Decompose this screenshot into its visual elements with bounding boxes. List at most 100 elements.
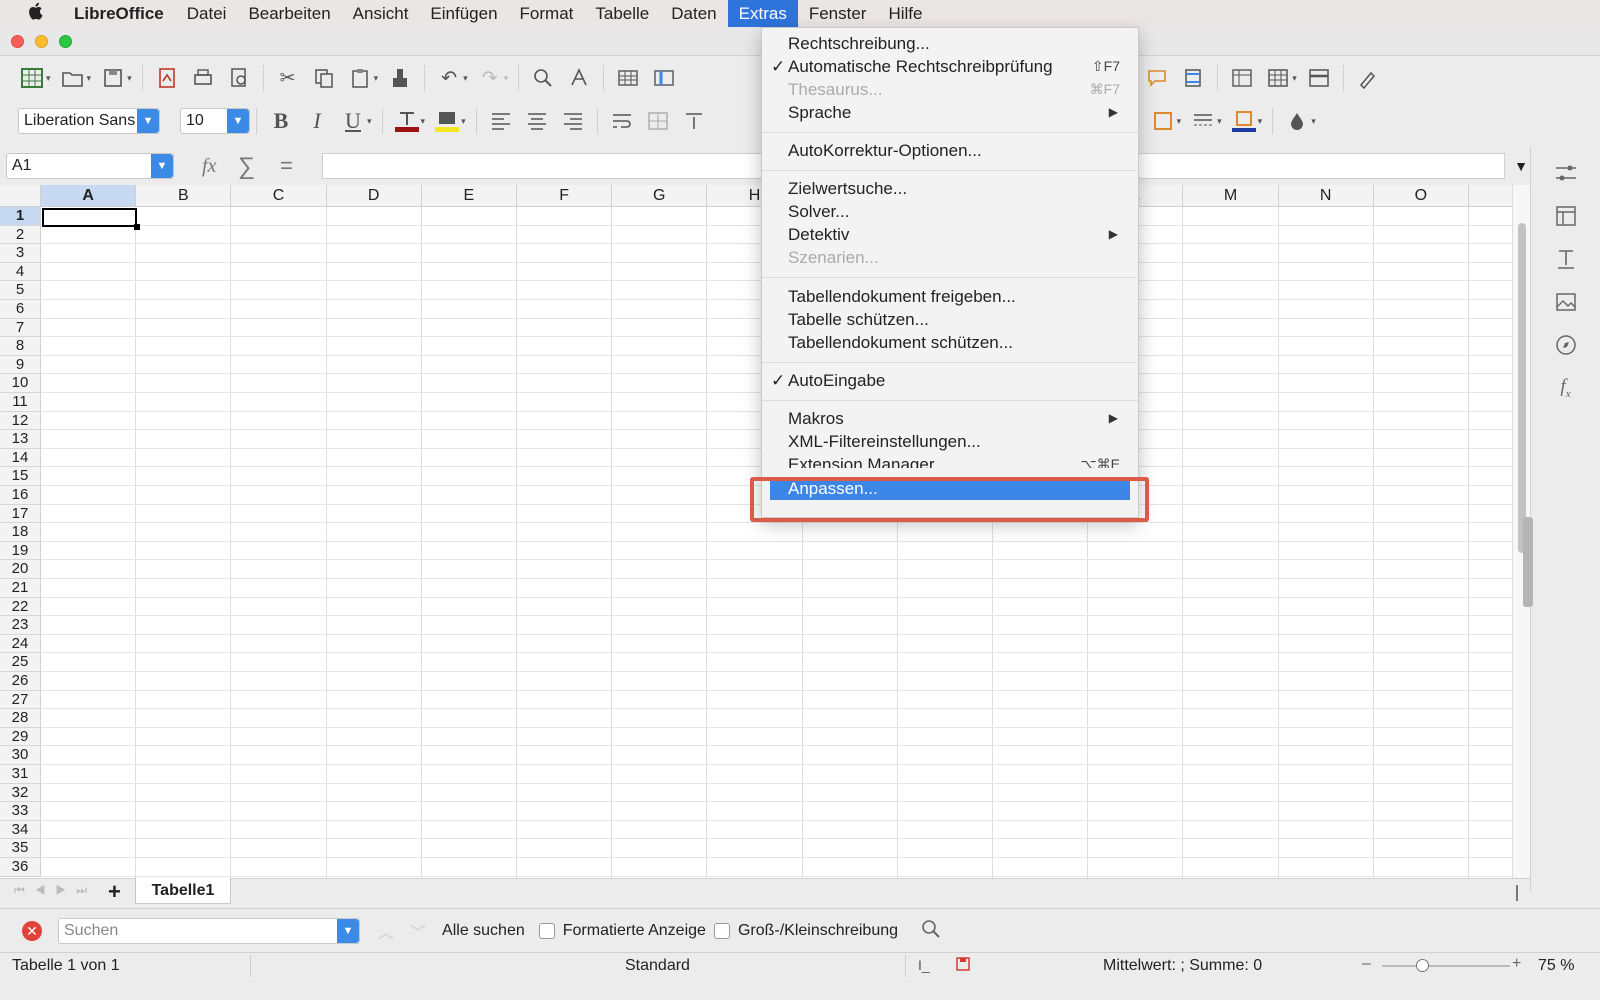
row-header[interactable]: 3 bbox=[0, 244, 41, 263]
zoom-slider-thumb[interactable] bbox=[1416, 959, 1429, 972]
font-size-combo[interactable]: 10 ▼ bbox=[180, 108, 250, 134]
bold-icon[interactable]: B bbox=[266, 106, 296, 136]
border-color-icon[interactable] bbox=[1229, 106, 1259, 136]
row-header[interactable]: 19 bbox=[0, 541, 41, 561]
menu-bearbeiten[interactable]: Bearbeiten bbox=[237, 0, 341, 27]
menu-format[interactable]: Format bbox=[509, 0, 585, 27]
fill-handle[interactable] bbox=[134, 224, 140, 230]
borders-icon[interactable] bbox=[1148, 106, 1178, 136]
sheet-navigation-arrows-icon[interactable]: ⏮◀▶⏭ bbox=[14, 883, 97, 898]
row-header[interactable]: 29 bbox=[0, 727, 41, 747]
row-icon[interactable] bbox=[613, 63, 643, 93]
menu-datei[interactable]: Datei bbox=[176, 0, 238, 27]
chevron-down-icon[interactable]: ▼ bbox=[151, 154, 173, 178]
border-style-icon[interactable] bbox=[1188, 106, 1218, 136]
italic-icon[interactable]: I bbox=[302, 106, 332, 136]
match-case-checkbox[interactable] bbox=[713, 922, 730, 939]
column-header[interactable]: N bbox=[1278, 185, 1374, 207]
expand-formula-icon[interactable]: ▼ bbox=[1510, 155, 1532, 177]
row-header[interactable]: 21 bbox=[0, 579, 41, 598]
navigator-icon[interactable] bbox=[1553, 333, 1579, 359]
selection-mode-icon[interactable]: I_ bbox=[918, 957, 930, 973]
print-preview-icon[interactable] bbox=[224, 63, 254, 93]
menu-item-makros[interactable]: Makros ▶ bbox=[762, 407, 1138, 430]
menu-item-xml-filtereinstellungen[interactable]: XML-Filtereinstellungen... bbox=[762, 430, 1138, 453]
column-icon[interactable] bbox=[649, 63, 679, 93]
align-right-icon[interactable] bbox=[558, 106, 588, 136]
column-header[interactable]: C bbox=[231, 185, 327, 207]
menu-item-thesaurus[interactable]: Thesaurus... ⌘F7 bbox=[762, 78, 1138, 101]
properties-icon[interactable] bbox=[1553, 161, 1579, 187]
column-header[interactable]: E bbox=[421, 185, 517, 207]
menu-item-solver[interactable]: Solver... bbox=[762, 200, 1138, 223]
sheet-tab-tabelle1[interactable]: Tabelle1 bbox=[135, 878, 231, 904]
menu-ansicht[interactable]: Ansicht bbox=[342, 0, 420, 27]
menu-item-tabellendokument-schuetzen[interactable]: Tabellendokument schützen... bbox=[762, 331, 1138, 354]
row-header[interactable]: 26 bbox=[0, 672, 41, 691]
redo-icon[interactable]: ↷ bbox=[475, 63, 505, 93]
close-find-bar-icon[interactable]: ✕ bbox=[22, 920, 42, 941]
column-header[interactable]: G bbox=[612, 185, 708, 207]
menu-item-autokorrektur-optionen[interactable]: AutoKorrektur-Optionen... bbox=[762, 139, 1138, 162]
row-header[interactable]: 32 bbox=[0, 783, 41, 803]
clone-formatting-icon[interactable] bbox=[385, 63, 415, 93]
apple-icon[interactable] bbox=[18, 2, 52, 25]
row-header[interactable]: 17 bbox=[0, 504, 41, 524]
menu-extras[interactable]: Extras bbox=[727, 0, 798, 27]
row-header[interactable]: 13 bbox=[0, 430, 41, 449]
find-next-icon[interactable]: ﹀ bbox=[410, 919, 426, 943]
spelling-icon[interactable] bbox=[564, 63, 594, 93]
draw-functions-icon[interactable] bbox=[1353, 63, 1383, 93]
find-previous-icon[interactable]: ︿ bbox=[378, 919, 394, 943]
row-header[interactable]: 5 bbox=[0, 281, 41, 300]
row-header[interactable]: 6 bbox=[0, 300, 41, 319]
row-header[interactable]: 22 bbox=[0, 597, 41, 617]
menu-item-autoeingabe[interactable]: ✓ AutoEingabe bbox=[762, 369, 1138, 392]
menu-item-automatische-rechtschreibpruefung[interactable]: ✓ Automatische Rechtschreibprüfung ⇧F7 bbox=[762, 55, 1138, 78]
menu-item-zielwertsuche[interactable]: Zielwertsuche... bbox=[762, 177, 1138, 200]
font-color-icon[interactable] bbox=[392, 106, 422, 136]
add-sheet-icon[interactable]: + bbox=[108, 879, 121, 905]
row-header[interactable]: 35 bbox=[0, 839, 41, 858]
menu-item-tabelle-schuetzen[interactable]: Tabelle schützen... bbox=[762, 308, 1138, 331]
column-header[interactable]: O bbox=[1373, 185, 1469, 207]
merge-cells-icon[interactable] bbox=[643, 106, 673, 136]
find-all-button[interactable]: Alle suchen bbox=[442, 922, 525, 940]
paste-icon[interactable] bbox=[345, 63, 375, 93]
menu-fenster[interactable]: Fenster bbox=[798, 0, 878, 27]
row-header[interactable]: 27 bbox=[0, 690, 41, 710]
chevron-down-icon[interactable]: ▼ bbox=[137, 109, 159, 133]
zoom-level[interactable]: 75 % bbox=[1538, 957, 1574, 975]
menu-daten[interactable]: Daten bbox=[660, 0, 727, 27]
print-icon[interactable] bbox=[188, 63, 218, 93]
row-header[interactable]: 2 bbox=[0, 225, 41, 245]
copy-icon[interactable] bbox=[309, 63, 339, 93]
row-header[interactable]: 11 bbox=[0, 393, 41, 412]
menu-tabelle[interactable]: Tabelle bbox=[584, 0, 660, 27]
row-header[interactable]: 33 bbox=[0, 802, 41, 821]
zoom-in-icon[interactable]: + bbox=[1512, 955, 1521, 973]
menu-item-sprache[interactable]: Sprache ▶ bbox=[762, 101, 1138, 124]
menu-item-detektiv[interactable]: Detektiv ▶ bbox=[762, 223, 1138, 246]
column-header[interactable]: D bbox=[326, 185, 422, 207]
row-header[interactable]: 10 bbox=[0, 374, 41, 393]
menu-app-name[interactable]: LibreOffice bbox=[52, 0, 176, 27]
zoom-slider[interactable] bbox=[1382, 965, 1510, 967]
row-header[interactable]: 4 bbox=[0, 262, 41, 282]
formula-icon[interactable]: = bbox=[280, 153, 293, 179]
wrap-text-icon[interactable] bbox=[607, 106, 637, 136]
menu-item-rechtschreibung[interactable]: Rechtschreibung... bbox=[762, 32, 1138, 55]
sidebar-collapse-handle[interactable] bbox=[1523, 517, 1533, 607]
align-center-icon[interactable] bbox=[522, 106, 552, 136]
find-replace-icon[interactable] bbox=[920, 918, 942, 944]
chevron-down-icon[interactable]: ▼ bbox=[337, 918, 359, 943]
table-icon[interactable] bbox=[1263, 63, 1293, 93]
row-header[interactable]: 28 bbox=[0, 709, 41, 728]
search-combo[interactable]: Suchen ▼ bbox=[58, 917, 360, 944]
conditional-format-icon[interactable] bbox=[1282, 106, 1312, 136]
row-header[interactable]: 20 bbox=[0, 560, 41, 579]
menu-item-extension-manager[interactable]: Extension Manager... ⌥⌘E bbox=[762, 453, 1138, 468]
page-style[interactable]: Standard bbox=[625, 957, 690, 975]
undo-icon[interactable]: ↶ bbox=[434, 63, 464, 93]
column-header[interactable]: A bbox=[41, 185, 137, 207]
